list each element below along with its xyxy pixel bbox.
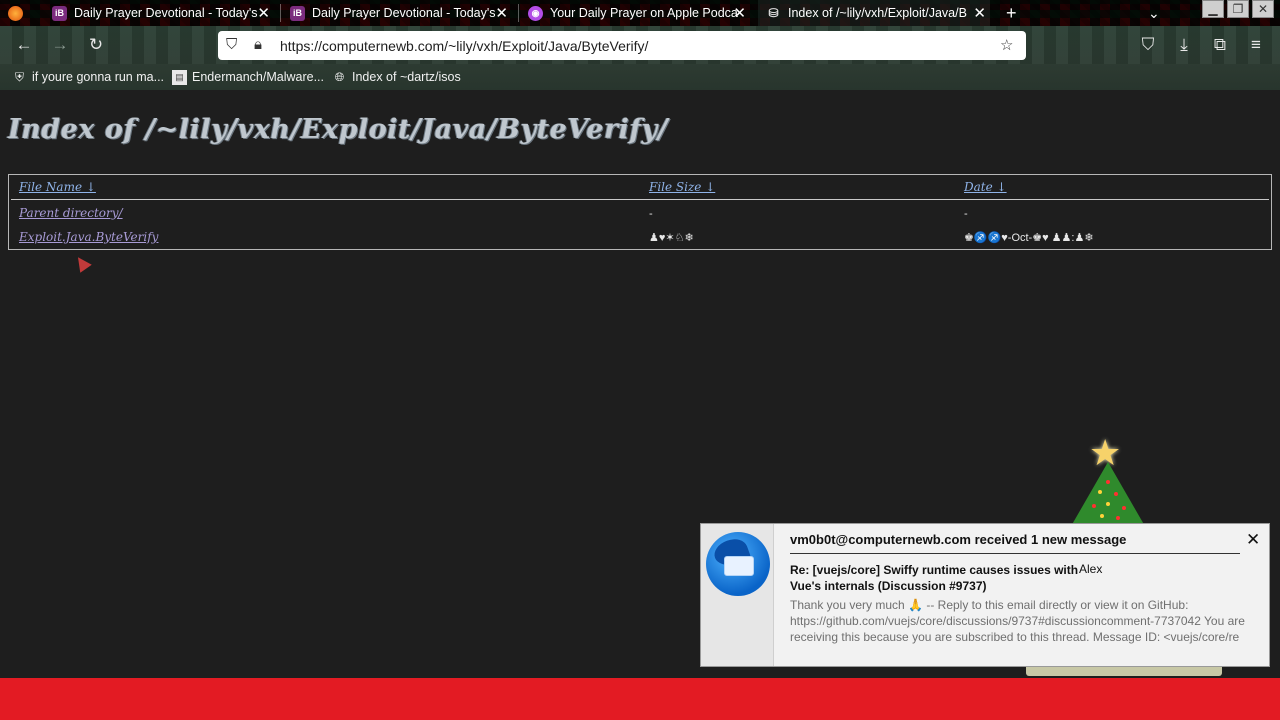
downloads-icon[interactable]: ⤓ xyxy=(1172,34,1196,56)
file-size-cell: - xyxy=(649,208,653,220)
server-icon: ⛁ xyxy=(768,6,779,20)
url-text[interactable]: https://computernewb.com/~lily/vxh/Explo… xyxy=(280,38,648,54)
back-arrow-icon[interactable]: ← xyxy=(12,34,36,56)
globe-icon: 🌐︎ xyxy=(334,69,345,84)
file-link[interactable]: Exploit.Java.ByteVerify xyxy=(19,230,158,244)
close-tab-icon[interactable]: ✕ xyxy=(733,4,746,22)
close-notification-icon[interactable]: ✕ xyxy=(1246,530,1260,550)
message-sender: Alex xyxy=(1079,562,1103,576)
firefox-logo-icon xyxy=(8,5,23,21)
date-cell: - xyxy=(964,208,968,220)
new-tab-button[interactable]: + xyxy=(1006,0,1026,26)
ib-favicon-icon: iB xyxy=(290,5,305,21)
tree-lights xyxy=(1086,474,1132,524)
notification-title: vm0b0t@computernewb.com received 1 new m… xyxy=(790,532,1127,547)
notification-divider xyxy=(790,553,1240,554)
taskbar xyxy=(0,678,1280,720)
tab-title: Index of /~lily/vxh/Exploit/Java/B xyxy=(788,6,967,20)
restore-icon[interactable]: ❐ xyxy=(1227,0,1249,18)
notification-icon-column xyxy=(701,524,774,666)
message-subject: Re: [vuejs/core] Swiffy runtime causes i… xyxy=(790,563,1079,593)
tab-daily-prayer-1[interactable]: iB Daily Prayer Devotional - Today's ✕ xyxy=(52,0,274,26)
page-title: Index of /~lily/vxh/Exploit/Java/ByteVer… xyxy=(8,114,669,145)
close-tab-icon[interactable]: ✕ xyxy=(495,4,508,22)
tab-strip: iB Daily Prayer Devotional - Today's ✕ i… xyxy=(0,0,1280,26)
column-header-date[interactable]: Date ↓ xyxy=(964,180,1007,194)
bookmark-item[interactable]: ⛨ if youre gonna run ma... xyxy=(12,68,164,86)
ib-favicon-icon: iB xyxy=(52,5,67,21)
file-icon: ▤ xyxy=(172,69,187,85)
list-all-tabs-icon[interactable]: ⌄ xyxy=(1148,0,1168,26)
hamburger-menu-icon[interactable]: ≡ xyxy=(1244,34,1268,56)
tab-separator xyxy=(518,4,519,22)
column-header-file-name[interactable]: File Name ↓ xyxy=(19,180,96,194)
minimize-icon[interactable]: ▁ xyxy=(1202,0,1224,18)
bookmark-label: if youre gonna run ma... xyxy=(32,70,165,84)
tab-index-of[interactable]: ⛁ Index of /~lily/vxh/Exploit/Java/B ✕ xyxy=(758,0,990,26)
close-tab-icon[interactable]: ✕ xyxy=(257,4,270,22)
tab-daily-prayer-2[interactable]: iB Daily Prayer Devotional - Today's ✕ xyxy=(290,0,512,26)
parent-directory-link[interactable]: Parent directory/ xyxy=(19,206,123,220)
reload-icon[interactable]: ↻ xyxy=(84,34,108,56)
lock-icon[interactable]: 🔒︎ xyxy=(254,36,262,53)
window-close-icon[interactable]: ✕ xyxy=(1252,0,1274,18)
tracking-shield-icon[interactable]: ⛉ xyxy=(226,36,237,53)
header-divider xyxy=(11,199,1269,200)
forward-arrow-icon[interactable]: → xyxy=(48,34,72,56)
file-listing-table: File Name ↓ File Size ↓ Date ↓ Parent di… xyxy=(8,174,1272,250)
firefox-menu-icon[interactable] xyxy=(8,0,32,26)
date-cell: ♚♐♐♥-Oct-♚♥ ♟♟:♟❄ xyxy=(964,232,1094,244)
tab-separator xyxy=(280,4,281,22)
column-header-file-size[interactable]: File Size ↓ xyxy=(649,180,715,194)
extensions-icon[interactable]: ⧉ xyxy=(1208,34,1232,56)
bookmark-label: Endermanch/Malware... xyxy=(192,70,325,84)
mail-notification[interactable]: vm0b0t@computernewb.com received 1 new m… xyxy=(700,523,1270,667)
bookmark-star-icon[interactable]: ☆ xyxy=(1000,36,1013,54)
message-preview: Thank you very much 🙏 -- Reply to this e… xyxy=(790,598,1245,644)
pocket-icon[interactable]: ⛉ xyxy=(1136,34,1160,56)
thunderbird-logo-icon xyxy=(706,532,770,596)
tab-title: Daily Prayer Devotional - Today's xyxy=(74,6,258,20)
close-tab-icon[interactable]: ✕ xyxy=(973,4,986,22)
shield-avatar-icon: ⛨ xyxy=(14,69,24,84)
bookmark-item[interactable]: 🌐︎ Index of ~dartz/isos xyxy=(332,68,461,86)
tab-title: Your Daily Prayer on Apple Podca xyxy=(550,6,738,20)
address-bar[interactable]: ⛉ 🔒︎ https://computernewb.com/~lily/vxh/… xyxy=(218,31,1026,60)
bookmark-item[interactable]: ▤ Endermanch/Malware... xyxy=(172,68,324,86)
tab-apple-podcasts[interactable]: ◉ Your Daily Prayer on Apple Podca ✕ xyxy=(528,0,750,26)
file-size-cell: ♟♥✶♘❄ xyxy=(649,232,694,244)
podcast-icon: ◉ xyxy=(528,5,543,21)
tab-title: Daily Prayer Devotional - Today's xyxy=(312,6,496,20)
bookmark-label: Index of ~dartz/isos xyxy=(352,70,461,84)
